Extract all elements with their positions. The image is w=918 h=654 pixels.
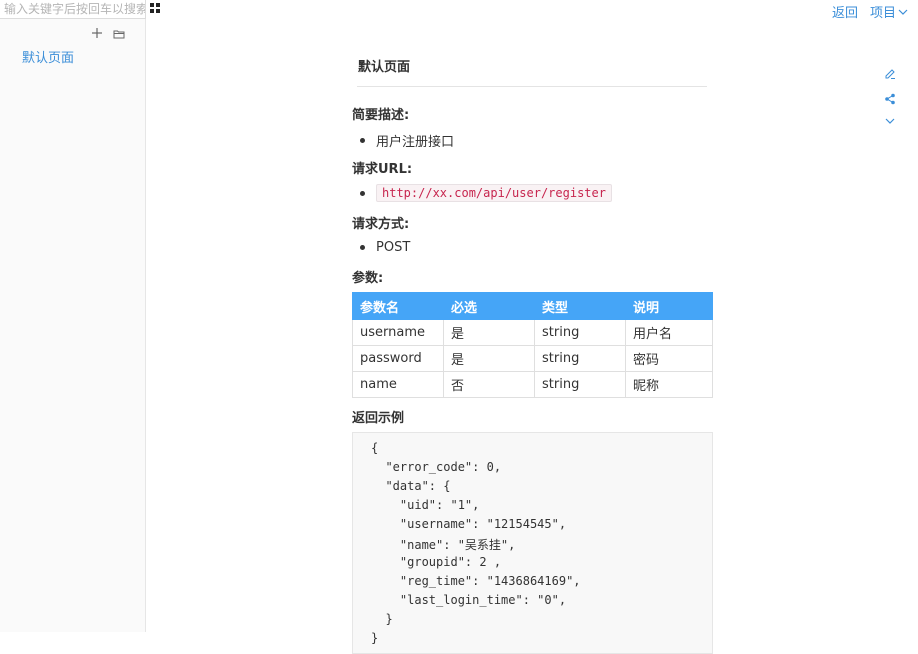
table-cell: 是: [443, 319, 535, 346]
folder-icon[interactable]: [113, 28, 125, 40]
response-example-code: { "error_code": 0, "data": { "uid": "1",…: [352, 432, 713, 654]
request-url: http://xx.com/api/user/register: [376, 184, 612, 202]
table-header-row: 参数名 必选 类型 说明: [352, 292, 713, 320]
code-line: "last_login_time": "0",: [371, 593, 567, 607]
sidebar-item-label: 默认页面: [22, 51, 75, 66]
page-title: 默认页面: [358, 60, 411, 75]
table-cell: 用户名: [625, 319, 713, 346]
code-line: "username": "12154545",: [371, 517, 567, 531]
params-table: 参数名 必选 类型 说明 username 是 string 用户名 passw…: [352, 292, 713, 398]
table-cell: 昵称: [625, 371, 713, 398]
table-row: password 是 string 密码: [352, 345, 713, 372]
table-cell: string: [534, 345, 626, 372]
table-cell: string: [534, 371, 626, 398]
code-line: "groupid": 2 ,: [371, 555, 502, 569]
table-cell: string: [534, 319, 626, 346]
table-cell: name: [352, 371, 444, 398]
column-header: 说明: [625, 292, 713, 320]
code-line: "reg_time": "1436864169",: [371, 574, 581, 588]
table-cell: username: [352, 319, 444, 346]
code-line: {: [371, 441, 379, 455]
params-heading: 参数:: [352, 271, 384, 286]
method-heading: 请求方式:: [352, 217, 410, 232]
grid-icon[interactable]: [150, 3, 160, 13]
request-method: POST: [376, 240, 411, 255]
url-heading: 请求URL:: [352, 162, 413, 177]
project-menu-label: 项目: [870, 6, 897, 21]
table-row: name 否 string 昵称: [352, 371, 713, 398]
column-header: 参数名: [352, 292, 444, 320]
table-cell: 密码: [625, 345, 713, 372]
example-heading: 返回示例: [352, 411, 405, 426]
code-line: "error_code": 0,: [371, 460, 502, 474]
sidebar: 默认页面: [0, 0, 146, 632]
title-divider: [357, 86, 707, 87]
summary-text: 用户注册接口: [376, 135, 455, 150]
code-line: "data": {: [371, 479, 451, 493]
share-icon[interactable]: [883, 92, 897, 106]
sidebar-item-default-page[interactable]: 默认页面: [22, 47, 74, 66]
summary-heading: 简要描述:: [352, 108, 410, 123]
search-input[interactable]: [0, 0, 146, 19]
code-line: "name": "吴系挂",: [371, 538, 516, 552]
table-row: username 是 string 用户名: [352, 319, 713, 346]
chevron-down-icon: [898, 9, 908, 15]
table-cell: 否: [443, 371, 535, 398]
project-menu[interactable]: 项目: [870, 2, 908, 21]
code-line: "uid": "1",: [371, 498, 480, 512]
code-line: }: [371, 612, 393, 626]
column-header: 必选: [443, 292, 535, 320]
table-cell: 是: [443, 345, 535, 372]
list-item: 用户注册接口: [360, 131, 454, 150]
chevron-down-icon[interactable]: [883, 115, 897, 127]
table-cell: password: [352, 345, 444, 372]
column-header: 类型: [534, 292, 626, 320]
list-item: http://xx.com/api/user/register: [360, 184, 612, 202]
code-line: }: [371, 631, 379, 645]
plus-icon[interactable]: [90, 26, 104, 40]
list-item: POST: [360, 240, 410, 255]
back-link[interactable]: 返回: [832, 2, 858, 21]
pencil-icon[interactable]: [883, 66, 897, 80]
